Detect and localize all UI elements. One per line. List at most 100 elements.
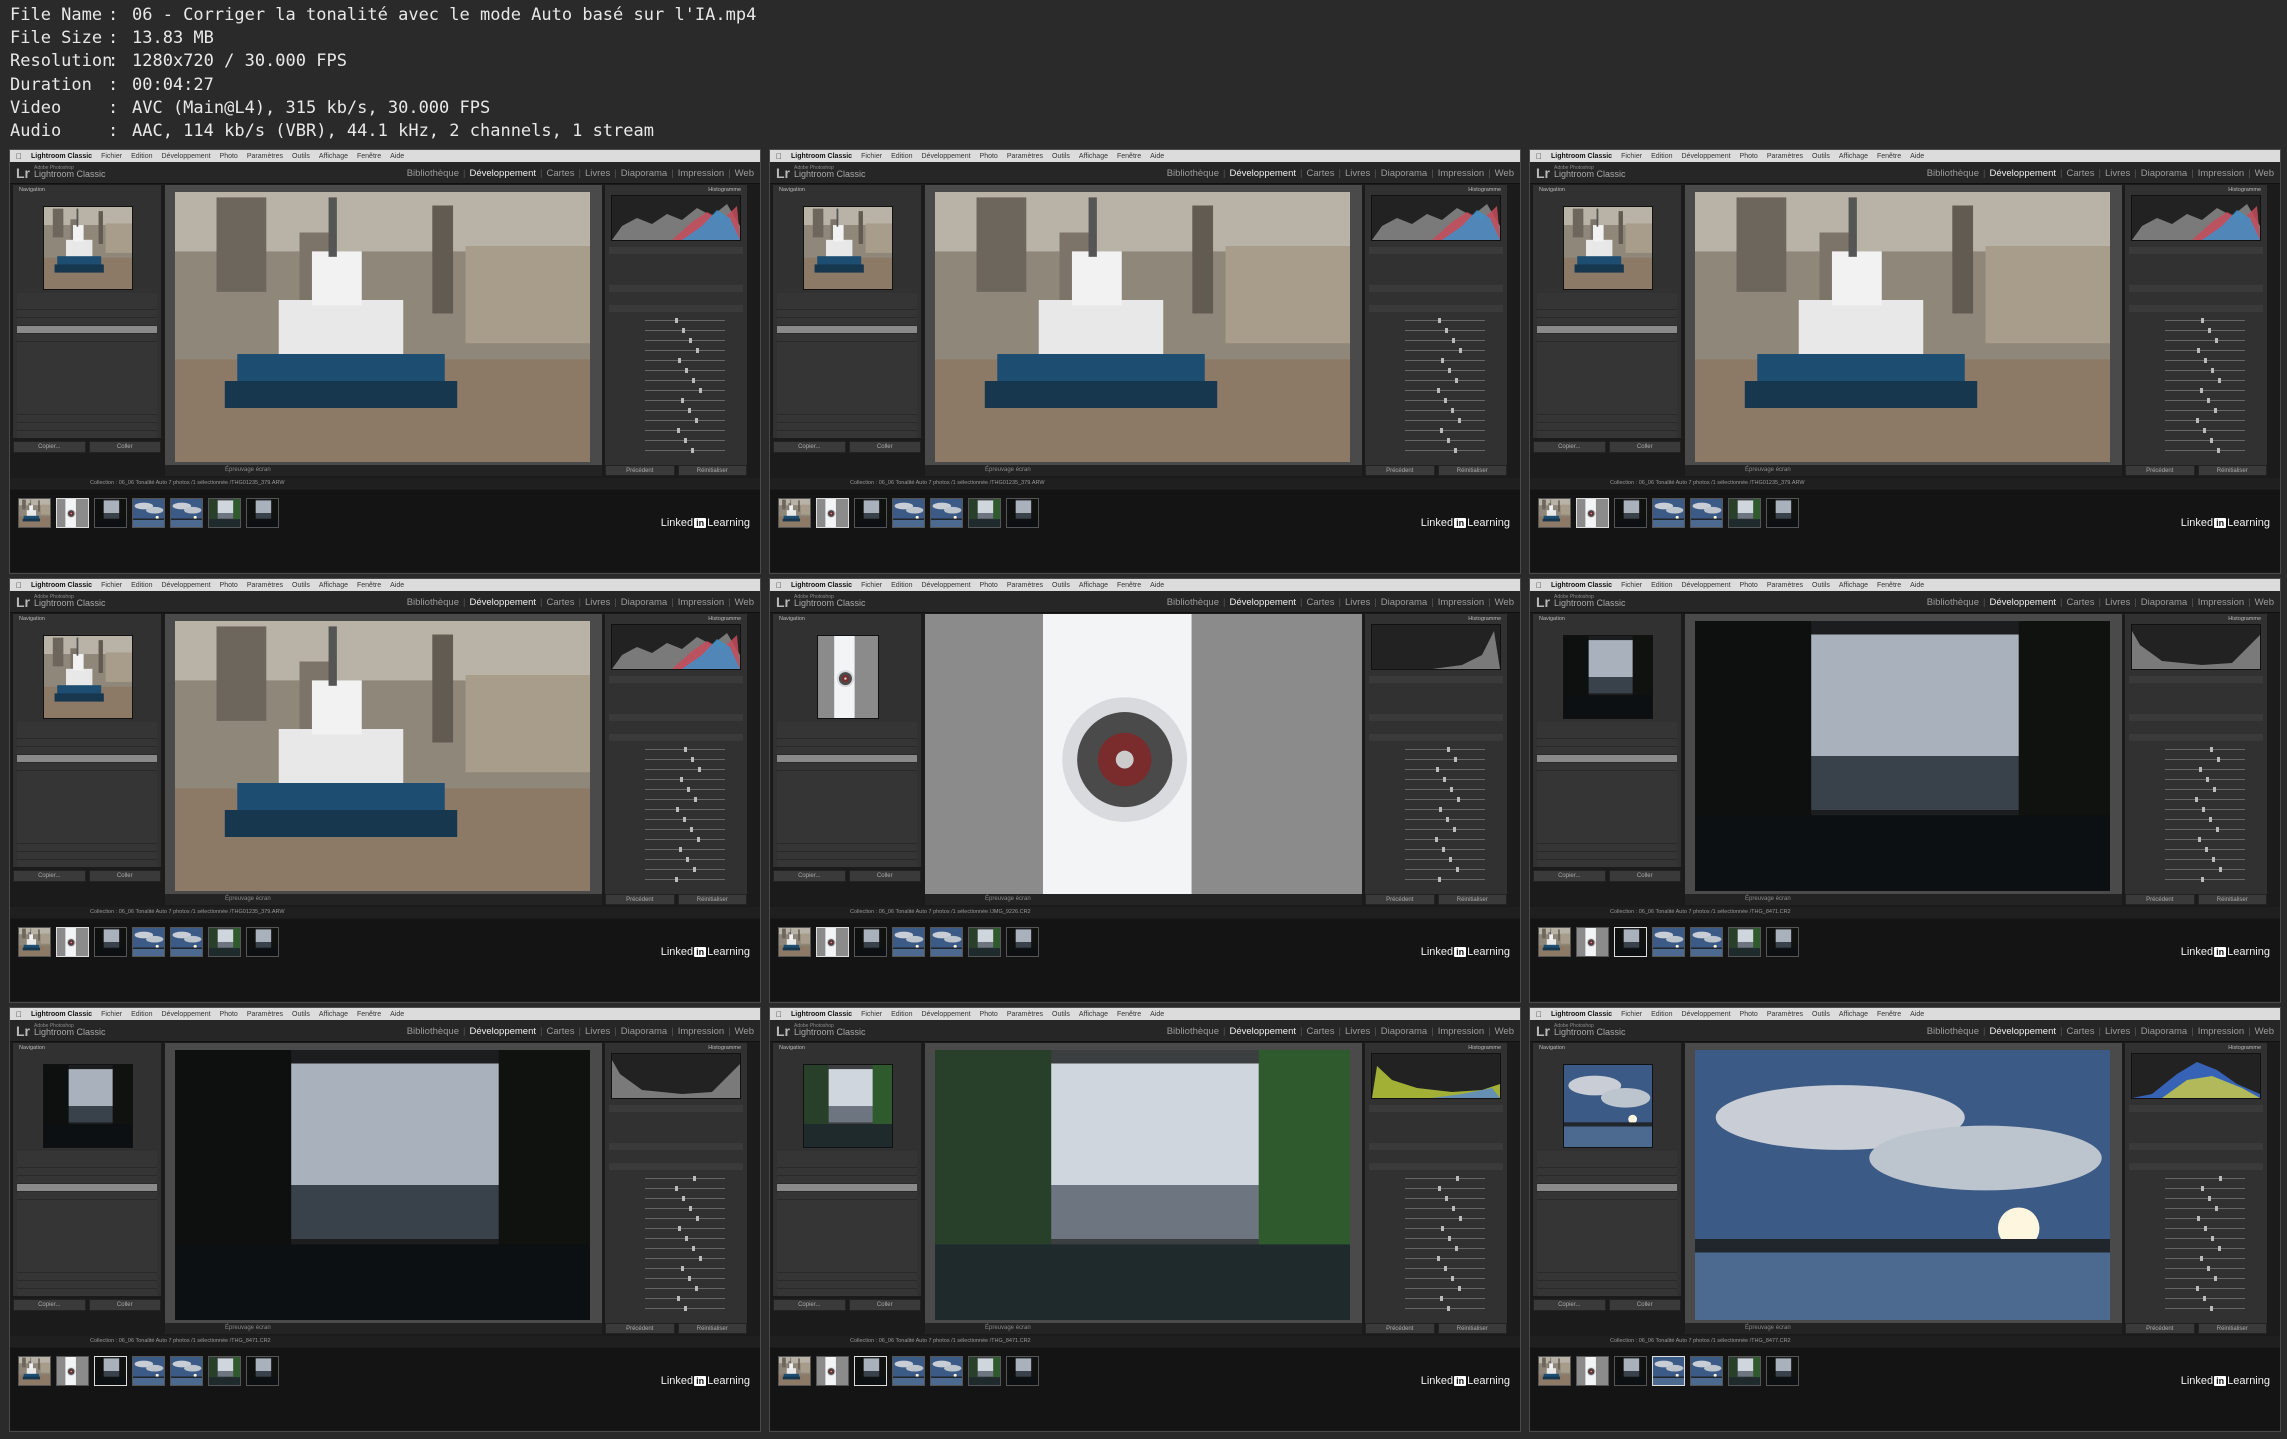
slider-knob[interactable] xyxy=(694,797,697,802)
collection-row[interactable] xyxy=(777,398,917,407)
collection-row[interactable] xyxy=(777,730,917,739)
menu-item[interactable]: Outils xyxy=(1812,1011,1830,1018)
collection-row[interactable] xyxy=(1537,1151,1677,1160)
adjust-slider[interactable] xyxy=(1405,1176,1485,1181)
collection-row[interactable] xyxy=(17,1280,157,1289)
filmstrip-thumb[interactable] xyxy=(246,927,279,957)
collection-row[interactable] xyxy=(17,770,157,779)
panel-section[interactable] xyxy=(1369,247,1503,254)
slider-knob[interactable] xyxy=(2198,837,2201,842)
slider-knob[interactable] xyxy=(1445,1196,1448,1201)
collection-row[interactable] xyxy=(17,762,157,771)
collection-row[interactable] xyxy=(1537,811,1677,819)
slider-knob[interactable] xyxy=(696,348,699,353)
filmstrip-thumb[interactable] xyxy=(132,927,165,957)
panel-button[interactable]: Précédent xyxy=(2125,1323,2195,1334)
menu-item[interactable]: Outils xyxy=(1052,1011,1070,1018)
module-3[interactable]: Livres xyxy=(585,168,610,179)
filmstrip-thumb[interactable] xyxy=(930,927,963,957)
filmstrip-thumb[interactable] xyxy=(1652,498,1685,528)
adjust-slider[interactable] xyxy=(645,787,725,792)
panel-button[interactable]: Réinitialiser xyxy=(1437,1323,1507,1334)
adjust-slider[interactable] xyxy=(1405,1286,1485,1291)
menu-item[interactable]: Paramètres xyxy=(247,153,283,160)
panel-section[interactable] xyxy=(2129,1143,2263,1150)
module-4[interactable]: Diaporama xyxy=(621,168,667,179)
adjust-slider[interactable] xyxy=(1405,388,1485,393)
collection-row[interactable] xyxy=(1537,1264,1677,1273)
main-photo[interactable] xyxy=(175,621,590,891)
module-2[interactable]: Cartes xyxy=(2066,168,2094,179)
collection-row[interactable] xyxy=(777,1248,917,1257)
panel-button[interactable]: Copier... xyxy=(13,1299,86,1311)
collection-row[interactable] xyxy=(17,333,157,342)
collection-row[interactable] xyxy=(777,811,917,819)
slider-knob[interactable] xyxy=(699,388,702,393)
adjust-slider[interactable] xyxy=(2165,1186,2245,1191)
slider-knob[interactable] xyxy=(1457,797,1460,802)
adjust-slider[interactable] xyxy=(2165,378,2245,383)
panel-button[interactable]: Réinitialiser xyxy=(677,894,747,905)
collection-row[interactable] xyxy=(1537,1272,1677,1281)
collection-row[interactable] xyxy=(777,778,917,787)
module-3[interactable]: Livres xyxy=(1345,597,1370,608)
adjust-slider[interactable] xyxy=(2165,747,2245,752)
adjust-slider[interactable] xyxy=(1405,747,1485,752)
adjust-slider[interactable] xyxy=(2165,448,2245,453)
menu-item[interactable]: Lightroom Classic xyxy=(31,1011,92,1018)
slider-knob[interactable] xyxy=(675,1186,678,1191)
collection-row[interactable] xyxy=(17,1256,157,1265)
navigator-preview[interactable] xyxy=(803,1064,893,1148)
adjust-slider[interactable] xyxy=(1405,827,1485,832)
adjust-slider[interactable] xyxy=(1405,757,1485,762)
collection-row[interactable] xyxy=(17,406,157,415)
collection-row[interactable] xyxy=(1537,390,1677,399)
filmstrip-thumb[interactable] xyxy=(1538,498,1571,528)
adjust-slider[interactable] xyxy=(645,747,725,752)
slider-knob[interactable] xyxy=(1437,388,1440,393)
adjust-slider[interactable] xyxy=(1405,438,1485,443)
apple-icon[interactable]:  xyxy=(16,581,22,590)
collection-row[interactable] xyxy=(1537,406,1677,415)
apple-icon[interactable]:  xyxy=(776,152,782,161)
collection-row[interactable] xyxy=(777,835,917,844)
navigator-preview[interactable] xyxy=(1563,206,1653,290)
panel-button[interactable]: Coller xyxy=(88,441,161,453)
filmstrip-thumb[interactable] xyxy=(56,498,89,528)
collection-row[interactable] xyxy=(17,358,157,366)
menu-item[interactable]: Fenêtre xyxy=(357,1011,381,1018)
collection-row[interactable] xyxy=(777,1216,917,1224)
module-4[interactable]: Diaporama xyxy=(621,1026,667,1037)
menu-item[interactable]: Aide xyxy=(390,582,404,589)
collection-row[interactable] xyxy=(1537,325,1677,334)
slider-knob[interactable] xyxy=(677,428,680,433)
apple-icon[interactable]:  xyxy=(1536,581,1542,590)
menu-item[interactable]: Fichier xyxy=(101,153,122,160)
adjust-slider[interactable] xyxy=(1405,847,1485,852)
menu-item[interactable]: Aide xyxy=(1910,582,1924,589)
menu-item[interactable]: Affichage xyxy=(319,1011,348,1018)
adjust-slider[interactable] xyxy=(2165,1276,2245,1281)
slider-knob[interactable] xyxy=(2200,388,2203,393)
menu-item[interactable]: Outils xyxy=(292,153,310,160)
menu-item[interactable]: Développement xyxy=(162,1011,211,1018)
adjust-slider[interactable] xyxy=(2165,1196,2245,1201)
filmstrip-thumb[interactable] xyxy=(1728,498,1761,528)
menu-item[interactable]: Photo xyxy=(980,1011,998,1018)
collection-row[interactable] xyxy=(17,317,157,326)
collection-row[interactable] xyxy=(17,390,157,399)
collection-row[interactable] xyxy=(1537,1199,1677,1208)
adjust-slider[interactable] xyxy=(645,428,725,433)
adjust-slider[interactable] xyxy=(1405,328,1485,333)
adjust-slider[interactable] xyxy=(2165,398,2245,403)
menu-item[interactable]: Lightroom Classic xyxy=(1551,153,1612,160)
collection-row[interactable] xyxy=(777,851,917,860)
collection-row[interactable] xyxy=(1537,414,1677,423)
panel-section[interactable] xyxy=(609,247,743,254)
slider-knob[interactable] xyxy=(2214,1276,2217,1281)
module-1[interactable]: Développement xyxy=(1989,168,2056,179)
adjust-slider[interactable] xyxy=(645,767,725,772)
slider-knob[interactable] xyxy=(692,1246,695,1251)
collection-row[interactable] xyxy=(777,349,917,358)
slider-knob[interactable] xyxy=(684,1306,687,1311)
